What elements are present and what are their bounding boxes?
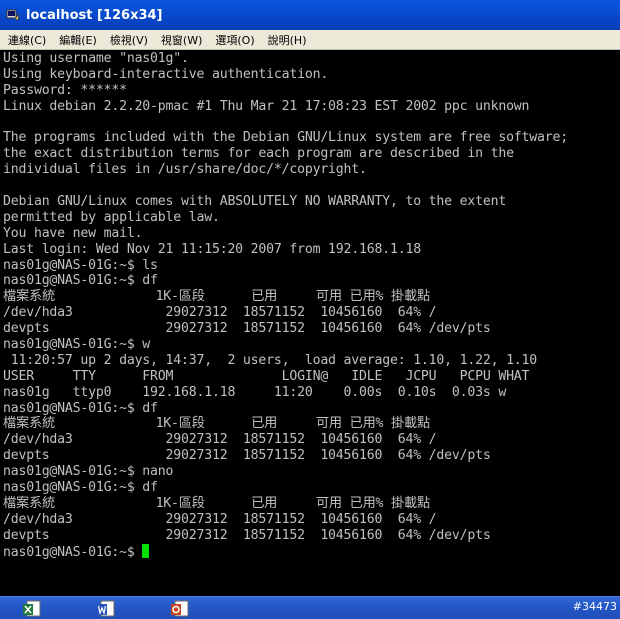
menu-view[interactable]: 檢視(V) bbox=[105, 32, 153, 48]
terminal-line: devpts 29027312 18571152 10456160 64% /d… bbox=[3, 321, 491, 337]
terminal-line: /dev/hda3 29027312 18571152 10456160 64%… bbox=[3, 305, 437, 321]
terminal-line: nas01g@NAS-01G:~$ w bbox=[3, 337, 151, 353]
window-titlebar[interactable]: localhost [126x34] bbox=[0, 0, 620, 30]
terminal-cursor bbox=[142, 543, 150, 558]
terminal-prompt: nas01g@NAS-01G:~$ bbox=[3, 544, 143, 560]
terminal-line: Using username "nas01g". bbox=[3, 51, 189, 66]
terminal-line: individual files in /usr/share/doc/*/cop… bbox=[3, 162, 367, 178]
window-title: localhost [126x34] bbox=[26, 7, 163, 23]
terminal-line: 檔案系統 1K-區段 已用 可用 已用% 掛載點 bbox=[3, 495, 430, 511]
terminal-line: Password: ****** bbox=[3, 82, 127, 98]
terminal-line: 檔案系統 1K-區段 已用 可用 已用% 掛載點 bbox=[3, 289, 430, 305]
menu-options[interactable]: 選項(O) bbox=[210, 32, 259, 48]
menu-edit[interactable]: 編輯(E) bbox=[54, 32, 102, 48]
terminal-line: Linux debian 2.2.20-pmac #1 Thu Mar 21 1… bbox=[3, 98, 530, 114]
terminal-line: Using keyboard-interactive authenticatio… bbox=[3, 66, 329, 82]
terminal-line: nas01g@NAS-01G:~$ df bbox=[3, 480, 158, 496]
terminal-line: devpts 29027312 18571152 10456160 64% /d… bbox=[3, 448, 491, 464]
terminal-line: nas01g@NAS-01G:~$ df bbox=[3, 400, 158, 416]
terminal-line: Debian GNU/Linux comes with ABSOLUTELY N… bbox=[3, 194, 507, 210]
menu-bar: 連線(C) 編輯(E) 檢視(V) 視窗(W) 選項(O) 說明(H) bbox=[0, 30, 620, 50]
terminal-line: /dev/hda3 29027312 18571152 10456160 64%… bbox=[3, 432, 437, 448]
terminal-line: devpts 29027312 18571152 10456160 64% /d… bbox=[3, 527, 491, 543]
terminal-line: Last login: Wed Nov 21 11:15:20 2007 fro… bbox=[3, 241, 421, 257]
terminal-line: 11:20:57 up 2 days, 14:37, 2 users, load… bbox=[3, 352, 538, 368]
putty-icon bbox=[6, 8, 20, 22]
menu-connection[interactable]: 連線(C) bbox=[3, 32, 51, 48]
terminal-line: nas01g@NAS-01G:~$ nano bbox=[3, 464, 174, 480]
menu-help[interactable]: 說明(H) bbox=[263, 32, 312, 48]
terminal-line: nas01g ttyp0 192.168.1.18 11:20 0.00s 0.… bbox=[3, 384, 507, 400]
excel-icon[interactable] bbox=[22, 600, 42, 618]
terminal-line: the exact distribution terms for each pr… bbox=[3, 146, 514, 162]
terminal-line: USER TTY FROM LOGIN@ IDLE JCPU PCPU WHAT bbox=[3, 368, 530, 384]
menu-window[interactable]: 視窗(W) bbox=[156, 32, 207, 48]
terminal-output[interactable]: Using username "nas01g". Using keyboard-i… bbox=[0, 50, 620, 596]
terminal-line: You have new mail. bbox=[3, 225, 143, 241]
powerpoint-icon[interactable] bbox=[170, 600, 190, 618]
terminal-line: permitted by applicable law. bbox=[3, 209, 220, 225]
word-icon[interactable] bbox=[96, 600, 116, 618]
terminal-line: nas01g@NAS-01G:~$ ls bbox=[3, 257, 158, 273]
taskbar-counter: #34473 bbox=[572, 600, 617, 613]
terminal-line: nas01g@NAS-01G:~$ df bbox=[3, 273, 158, 289]
terminal-line: /dev/hda3 29027312 18571152 10456160 64%… bbox=[3, 511, 437, 527]
taskbar: #34473 bbox=[0, 596, 620, 619]
terminal-prompt-line[interactable]: nas01g@NAS-01G:~$ bbox=[3, 543, 620, 560]
terminal-line: 檔案系統 1K-區段 已用 可用 已用% 掛載點 bbox=[3, 416, 430, 432]
terminal-line: The programs included with the Debian GN… bbox=[3, 130, 568, 146]
